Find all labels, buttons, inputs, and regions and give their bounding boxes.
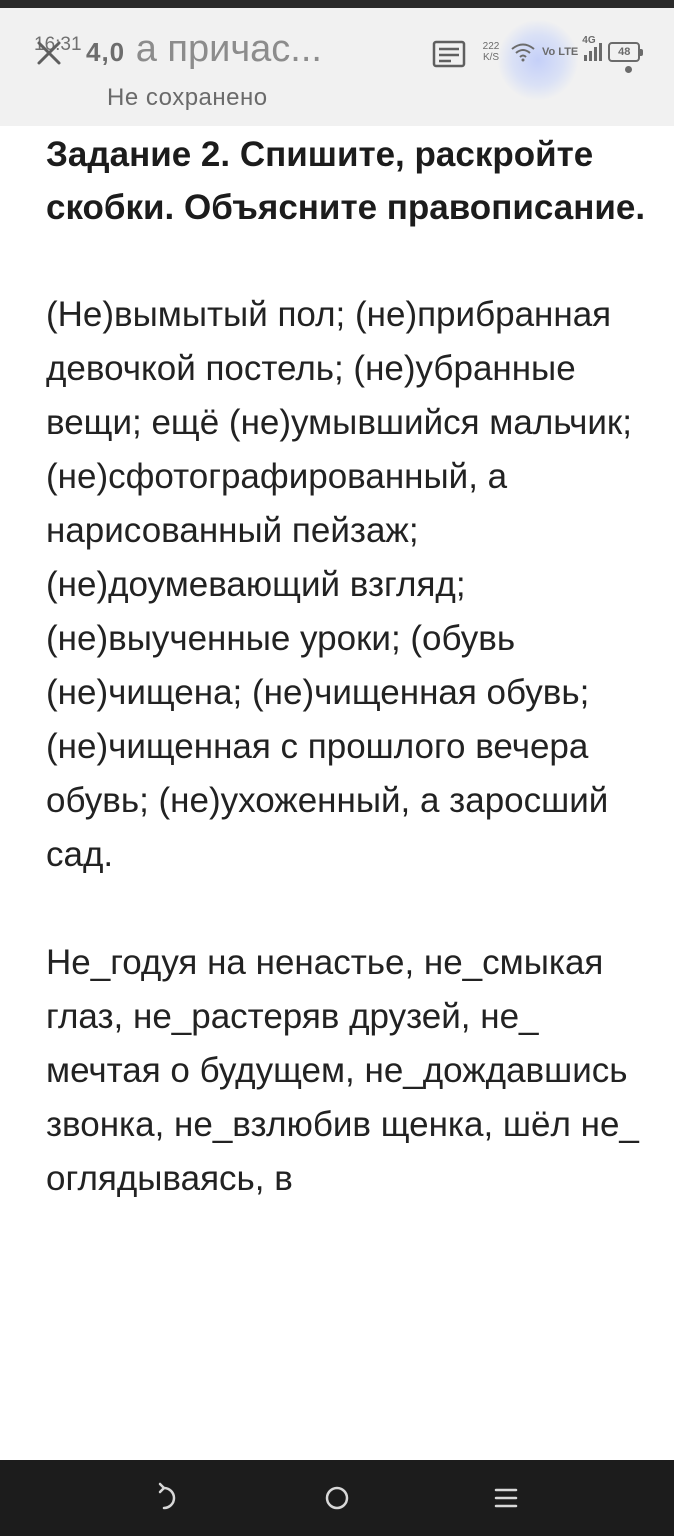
text-format-icon <box>432 40 466 68</box>
close-icon <box>37 41 61 65</box>
status-icons: 222 K/S Vo LTE 4G 48 <box>478 30 644 74</box>
title-text: а причас... <box>135 28 322 70</box>
back-icon <box>158 1482 176 1510</box>
task-heading: Задание 2. Спишите, раскройте скобки. Об… <box>46 135 646 227</box>
exercise-paragraph: (Не)вымытый пол; (не)прибранная девочкой… <box>46 295 632 874</box>
home-button[interactable] <box>317 1478 357 1518</box>
signal-bar <box>584 55 588 61</box>
document-body: Задание 2. Спишите, раскройте скобки. Об… <box>46 128 646 1206</box>
text-format-button[interactable] <box>431 37 467 73</box>
exercise-paragraph: Не_годуя на ненастье, не_смыкая глаз, не… <box>46 943 639 1198</box>
menu-icon <box>494 1488 518 1508</box>
network-type: 4G <box>582 35 596 46</box>
recents-button[interactable] <box>486 1478 526 1518</box>
back-button[interactable] <box>150 1478 190 1518</box>
signal-bar <box>599 43 603 61</box>
close-button[interactable] <box>34 38 64 68</box>
notification-dot <box>625 66 632 73</box>
system-nav-bar <box>0 1460 674 1536</box>
battery-indicator: 48 <box>608 42 644 62</box>
signal-bar <box>589 51 593 61</box>
network-speed: 222 K/S <box>482 41 500 63</box>
battery-level: 48 <box>608 42 641 62</box>
wifi-icon <box>511 43 535 62</box>
top-edge <box>0 0 674 8</box>
app-header: 16:31 4,0 а причас... Не сохранено 222 K… <box>0 8 674 126</box>
title-fragment: 4,0 <box>86 37 126 67</box>
volte-indicator: Vo LTE <box>542 45 579 58</box>
home-icon <box>325 1486 349 1510</box>
battery-nub <box>640 48 644 56</box>
signal-bar <box>594 47 598 61</box>
save-status: Не сохранено <box>107 84 268 111</box>
signal-indicator: 4G <box>582 35 603 61</box>
document-title: 4,0 а причас... <box>86 22 416 79</box>
